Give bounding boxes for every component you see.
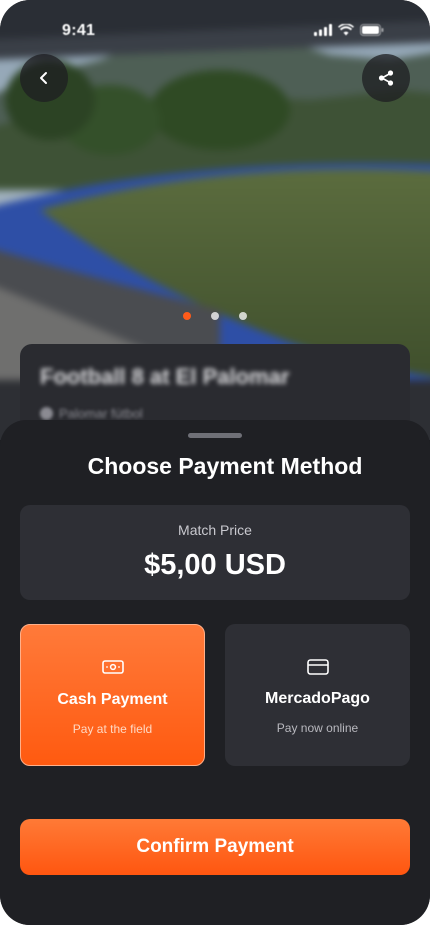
status-icons [314, 24, 384, 36]
option-subtitle: Pay at the field [72, 722, 153, 736]
cash-icon-wrap [21, 659, 204, 675]
match-venue: Palomar fútbol [40, 406, 143, 421]
card-icon [306, 659, 329, 675]
chevron-left-icon [40, 72, 47, 84]
option-title: MercadoPago [265, 690, 370, 707]
mercadopago-option[interactable]: MercadoPago Pay now online [225, 624, 410, 766]
status-time: 9:41 [62, 22, 96, 39]
cash-payment-option[interactable]: Cash Payment Pay at the field [20, 624, 205, 766]
back-button[interactable] [20, 54, 68, 102]
option-subtitle: Pay now online [276, 721, 359, 735]
carousel-dots [0, 312, 430, 320]
share-icon [378, 70, 394, 86]
battery-icon [360, 24, 384, 36]
carousel-dot[interactable] [211, 312, 219, 320]
match-venue-label: Palomar fútbol [59, 406, 143, 421]
carousel-dot[interactable] [239, 312, 247, 320]
price-label: Match Price [178, 522, 252, 538]
match-price-card: Match Price $5,00 USD [20, 505, 410, 600]
card-icon-wrap [225, 658, 410, 676]
wifi-icon [338, 24, 354, 36]
app-screen: 9:41 Football 8 at El Palomar Palomar fú… [0, 0, 430, 925]
status-bar: 9:41 [0, 0, 430, 56]
option-title: Cash Payment [57, 691, 168, 708]
venue-icon [40, 407, 53, 420]
payment-bottom-sheet: Choose Payment Method Match Price $5,00 … [0, 420, 430, 925]
sheet-drag-handle[interactable] [188, 433, 242, 438]
sheet-title: Choose Payment Method [87, 453, 363, 479]
carousel-dot[interactable] [183, 312, 191, 320]
signal-icon [314, 24, 332, 36]
match-title: Football 8 at El Palomar [40, 364, 290, 389]
cash-icon [101, 660, 124, 674]
confirm-payment-button[interactable]: Confirm Payment [20, 819, 410, 875]
share-button[interactable] [362, 54, 410, 102]
price-value: $5,00 USD [144, 549, 286, 581]
